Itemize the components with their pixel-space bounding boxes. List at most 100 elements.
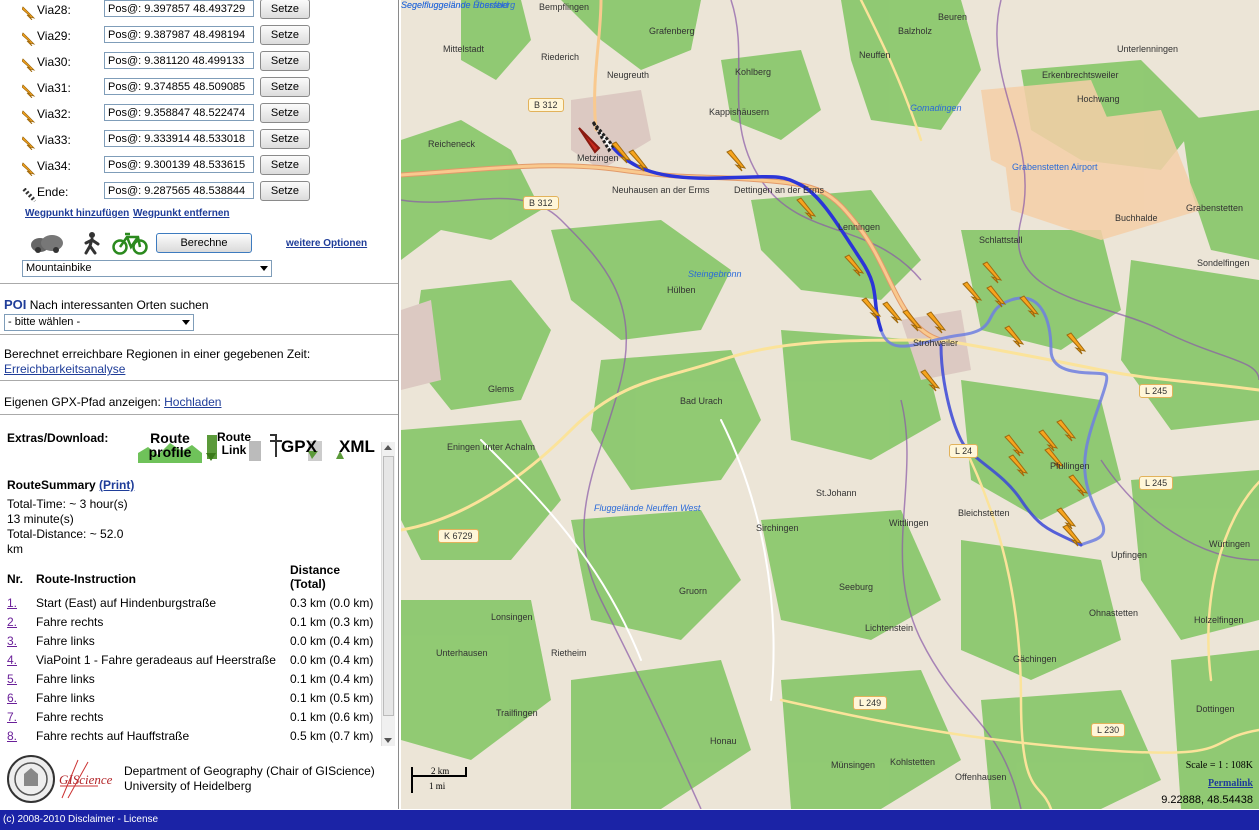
instruction-distance: 0.0 km (0.4 km)	[290, 634, 374, 648]
col-distance-total: (Total)	[290, 577, 326, 591]
map-place-label: Lonsingen	[491, 612, 533, 622]
gpx-download-button[interactable]: GPX	[268, 431, 330, 463]
giscience-logo-text: GIScience	[59, 772, 113, 787]
route-profile-select[interactable]: Mountainbike	[22, 260, 272, 277]
set-waypoint-button[interactable]: Setze	[260, 155, 310, 175]
waypoint-position-input[interactable]	[104, 78, 254, 95]
footer-text[interactable]: (c) 2008-2010 Disclaimer - License	[3, 814, 158, 825]
poi-select[interactable]: - bitte wählen -	[4, 314, 194, 331]
scroll-up-icon[interactable]	[384, 445, 392, 450]
map-place-label: Metzingen	[577, 153, 619, 163]
waypoint-position-input[interactable]	[104, 156, 254, 173]
set-waypoint-button[interactable]: Setze	[260, 181, 310, 201]
waypoint-position-input[interactable]	[104, 104, 254, 121]
set-waypoint-button[interactable]: Setze	[260, 51, 310, 71]
set-waypoint-button[interactable]: Setze	[260, 103, 310, 123]
map-place-label: Bempflingen	[539, 2, 590, 12]
gpx-upload-link[interactable]: Hochladen	[164, 395, 221, 409]
map-place-label: Kohlstetten	[890, 757, 936, 767]
reachability-text: Berechnet erreichbare Regionen in einer …	[4, 347, 311, 361]
road-shield: B 312	[528, 98, 564, 112]
map-canvas[interactable]	[401, 0, 1259, 809]
col-distance: Distance	[290, 563, 341, 577]
map-place-label: Erkenbrechtsweiler	[1042, 70, 1119, 80]
scroll-down-icon[interactable]	[384, 738, 392, 743]
gpx-text: Eigenen GPX-Pfad anzeigen:	[4, 395, 165, 409]
set-waypoint-button[interactable]: Setze	[260, 0, 310, 19]
waypoint-row: Via29: Setze	[0, 25, 398, 53]
instruction-row: 2. Fahre rechts 0.1 km (0.3 km)	[0, 615, 380, 634]
pedestrian-icon[interactable]	[80, 231, 104, 255]
map-place-label: Kohlberg	[735, 67, 772, 77]
map-place-label: Steingebronn	[688, 269, 742, 279]
instruction-number-link[interactable]: 6.	[7, 691, 17, 705]
map-place-label: Riederich	[541, 52, 580, 62]
xml-download-button[interactable]: XML	[334, 431, 380, 463]
waypoint-row: Via30: Setze	[0, 51, 398, 79]
bicycle-icon[interactable]	[112, 231, 148, 255]
road-shield: K 6729	[438, 529, 479, 543]
map-place-label: Rietheim	[551, 648, 587, 658]
calculate-button[interactable]: Berechne	[156, 233, 252, 253]
more-options-link[interactable]: weitere Optionen	[286, 238, 367, 249]
map-place-label: Reicheneck	[428, 139, 476, 149]
institution-line1: Department of Geography (Chair of GIScie…	[124, 764, 375, 778]
instruction-number-link[interactable]: 3.	[7, 634, 17, 648]
total-distance: Total-Distance: ~ 52.0	[7, 527, 124, 541]
set-waypoint-button[interactable]: Setze	[260, 129, 310, 149]
instruction-number-link[interactable]: 4.	[7, 653, 17, 667]
instruction-number-link[interactable]: 5.	[7, 672, 17, 686]
map-place-label: Neugreuth	[607, 70, 650, 80]
route-profile-value: Mountainbike	[26, 262, 92, 274]
reachability-link[interactable]: Erreichbarkeitsanalyse	[4, 362, 125, 376]
waypoint-position-input[interactable]	[104, 52, 254, 69]
instruction-row: 4. ViaPoint 1 - Fahre geradeaus auf Heers…	[0, 653, 380, 672]
instruction-row: 8. Fahre rechts auf Hauffstraße 0.5 km (0.…	[0, 729, 380, 747]
print-link[interactable]: (Print)	[99, 478, 134, 492]
route-profile-button[interactable]: Route profile	[138, 431, 202, 463]
scalebar-mi: 1 mi	[429, 781, 446, 791]
waypoint-row: Via32: Setze	[0, 103, 398, 131]
giscience-logo: GIScience	[58, 756, 120, 802]
instruction-number-link[interactable]: 7.	[7, 710, 17, 724]
add-waypoint-link[interactable]: Wegpunkt hinzufügen	[25, 208, 129, 219]
car-icon[interactable]	[30, 233, 64, 253]
chevron-down-icon	[182, 320, 190, 325]
map-place-label: Sirchingen	[756, 523, 799, 533]
poi-description: Nach interessanten Orten suchen	[26, 298, 209, 312]
map-place-label: Offenhausen	[955, 772, 1007, 782]
university-seal-icon	[6, 754, 56, 804]
waypoint-label: Ende:	[37, 185, 69, 199]
waypoint-label: Via29:	[37, 29, 71, 43]
waypoint-position-input[interactable]	[104, 130, 254, 147]
set-waypoint-button[interactable]: Setze	[260, 77, 310, 97]
map-place-label: Segelfluggelände Übersberg	[401, 0, 516, 10]
waypoint-arrow-icon	[21, 110, 36, 125]
waypoint-position-input[interactable]	[104, 182, 254, 199]
map-place-label: Balzholz	[898, 26, 933, 36]
waypoint-position-input[interactable]	[104, 26, 254, 43]
remove-waypoint-link[interactable]: Wegpunkt entfernen	[133, 208, 229, 219]
poi-heading: POI Nach interessanten Orten suchen	[4, 297, 209, 312]
road-shield: L 230	[1091, 723, 1126, 737]
scroll-thumb[interactable]	[383, 456, 394, 716]
map-place-label: Wittlingen	[889, 518, 929, 528]
road-shield: B 312	[523, 196, 559, 210]
instruction-number-link[interactable]: 1.	[7, 596, 17, 610]
map-view[interactable]: Bempflingen Grafenberg Beuren Balzholz Mitte…	[401, 0, 1259, 809]
route-profile-line1: Route	[150, 430, 190, 446]
instruction-distance: 0.0 km (0.4 km)	[290, 653, 374, 667]
instruction-number-link[interactable]: 8.	[7, 729, 17, 743]
instruction-scrollbar[interactable]	[381, 442, 395, 746]
instruction-number-link[interactable]: 2.	[7, 615, 17, 629]
waypoint-position-input[interactable]	[104, 0, 254, 17]
map-place-label: Kappishäusern	[709, 107, 770, 117]
instruction-text: Fahre links	[36, 634, 95, 648]
set-waypoint-button[interactable]: Setze	[260, 25, 310, 45]
route-link-button[interactable]: Route Link	[205, 431, 263, 463]
summary-title: RouteSummary	[7, 478, 96, 492]
map-place-label: Honau	[710, 736, 737, 746]
waypoint-row: Via33: Setze	[0, 129, 398, 157]
map-place-label: Lichtenstein	[865, 623, 914, 633]
permalink-link[interactable]: Permalink	[1208, 778, 1253, 789]
